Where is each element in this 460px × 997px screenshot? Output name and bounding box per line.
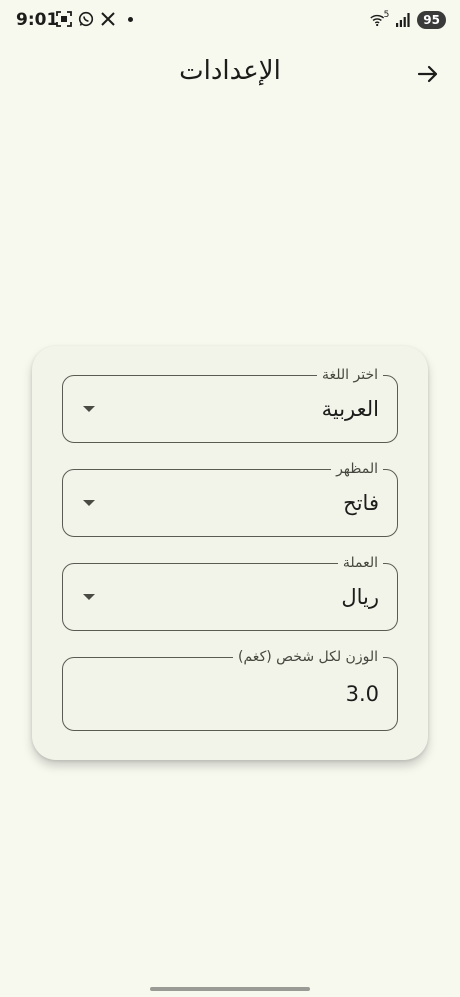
weight-per-person-input[interactable]: الوزن لكل شخص (كغم) 3.0 [62, 648, 398, 731]
currency-dropdown[interactable]: العملة ريال [62, 554, 398, 631]
home-indicator[interactable] [150, 987, 310, 991]
weight-value[interactable]: 3.0 [346, 682, 379, 706]
status-time: 9:01 [16, 10, 59, 30]
back-button[interactable] [414, 60, 442, 88]
caret-down-icon [83, 406, 95, 412]
theme-label: المظهر [331, 460, 383, 478]
status-bar: 9:01 5 95 [0, 0, 460, 40]
wifi-label: 5 [383, 10, 390, 20]
currency-label: العملة [337, 554, 383, 572]
language-value: العربية [321, 397, 379, 421]
theme-dropdown[interactable]: المظهر فاتح [62, 460, 398, 537]
battery-indicator: 95 [417, 11, 446, 29]
theme-value: فاتح [343, 491, 379, 515]
settings-card: اختر اللغة العربية المظهر فاتح العملة ري… [32, 346, 428, 760]
notification-icons [56, 11, 133, 27]
page-title: الإعدادات [179, 56, 281, 86]
x-twitter-icon [100, 11, 116, 27]
caret-down-icon [83, 500, 95, 506]
whatsapp-icon [78, 11, 94, 27]
weight-label: الوزن لكل شخص (كغم) [233, 648, 383, 666]
currency-value: ريال [341, 585, 379, 609]
screenshot-icon [56, 11, 72, 27]
signal-icon [395, 12, 411, 28]
arrow-right-icon [417, 65, 438, 83]
language-label: اختر اللغة [317, 366, 383, 384]
app-bar: الإعدادات [0, 48, 460, 98]
caret-down-icon [83, 594, 95, 600]
more-notifications-dot-icon [128, 16, 133, 22]
language-dropdown[interactable]: اختر اللغة العربية [62, 366, 398, 443]
system-status: 5 95 [369, 10, 446, 29]
